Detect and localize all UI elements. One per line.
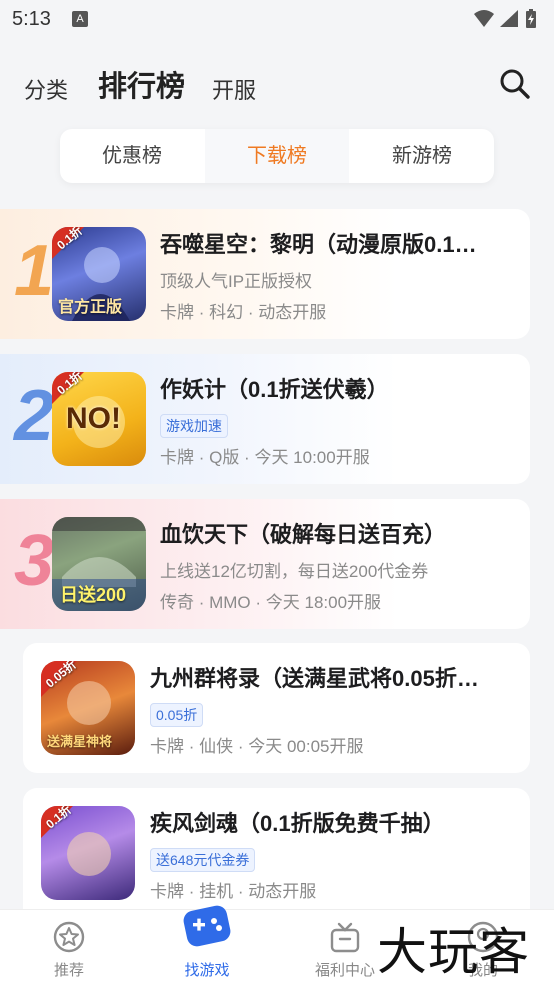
gift-box-icon [330,922,360,953]
game-card-4[interactable]: 0.05折 送满星神将 九州群将录（送满星武将0.05折… 0.05折 卡牌 ·… [23,643,530,773]
search-button[interactable] [498,67,532,101]
status-time: 5:13 [12,8,51,30]
watermark-text: 大玩客 [377,923,530,981]
game-card-2[interactable]: 2 0.1折 NO! 作妖计（0.1折送伏羲） 游戏加速 卡牌 · Q版 · 今… [0,354,530,484]
game-icon: 日送200 [52,517,146,611]
ranking-segmented-control: 优惠榜 下载榜 新游榜 [60,129,494,183]
game-badge: 0.05折 [150,703,204,727]
top-nav: 分类 排行榜 开服 [0,55,554,115]
battery-icon [526,9,536,28]
notification-icon: A [72,11,88,27]
signal-icon [500,10,518,27]
game-subtitle: 顶级人气IP正版授权 [160,272,313,291]
rank-number: 2 [14,376,55,456]
game-subtitle: 上线送12亿切割，每日送200代金券 [160,562,429,581]
game-icon: 0.1折 官方正版 [52,227,146,321]
segment-new-games[interactable]: 新游榜 [350,129,494,183]
search-icon [500,69,530,99]
tab-recommend[interactable]: 推荐 [0,910,138,985]
gamepad-icon [183,905,231,947]
game-icon: 0.05折 送满星神将 [41,661,135,755]
icon-caption: 日送200 [60,585,127,605]
game-title: 血饮天下（破解每日送百充） [160,522,447,547]
game-title: 作妖计（0.1折送伏羲） [160,377,389,402]
tab-recommend-label: 推荐 [53,962,84,979]
icon-caption: NO! [66,402,121,435]
game-tags: 卡牌 · 仙侠 · 今天 00:05开服 [150,737,364,756]
tab-find-games[interactable]: 找游戏 [138,905,276,985]
icon-caption: 官方正版 [58,299,123,316]
star-circle-icon [53,921,85,953]
game-card-3[interactable]: 3 日送200 血饮天下（破解每日送百充） 上线送12亿切割，每日送200代金券… [0,499,530,629]
game-title: 九州群将录（送满星武将0.05折… [150,666,479,691]
game-card-5[interactable]: 0.1折 疾风剑魂（0.1折版免费千抽） 送648元代金券 卡牌 · 挂机 · … [23,788,530,928]
game-tags: 卡牌 · Q版 · 今天 10:00开服 [160,448,370,467]
game-tags: 卡牌 · 挂机 · 动态开服 [150,882,317,901]
tab-open-server[interactable]: 开服 [212,73,256,105]
game-tags: 卡牌 · 科幻 · 动态开服 [160,303,327,322]
rank-number: 3 [14,521,55,601]
game-tags: 传奇 · MMO · 今天 18:00开服 [160,593,382,612]
game-badge: 送648元代金券 [150,848,256,872]
game-title: 吞噬星空：黎明（动漫原版0.1… [160,232,477,257]
game-card-1[interactable]: 1 0.1折 官方正版 吞噬星空：黎明（动漫原版0.1… 顶级人气IP正版授权 … [0,209,530,339]
game-badge: 游戏加速 [160,414,228,438]
game-icon: 0.1折 NO! [52,372,146,466]
status-icons [472,8,542,35]
icon-caption: 送满星神将 [47,734,113,749]
game-icon: 0.1折 [41,806,135,900]
tab-category[interactable]: 分类 [24,73,68,105]
tab-ranking[interactable]: 排行榜 [98,63,185,105]
wifi-icon [474,10,494,27]
segment-discount[interactable]: 优惠榜 [60,129,204,183]
status-bar: 5:13 A [0,0,554,40]
segment-download[interactable]: 下载榜 [205,129,349,183]
rank-number: 1 [14,231,55,311]
tab-find-games-label: 找游戏 [184,962,230,979]
game-title: 疾风剑魂（0.1折版免费千抽） [150,811,445,836]
